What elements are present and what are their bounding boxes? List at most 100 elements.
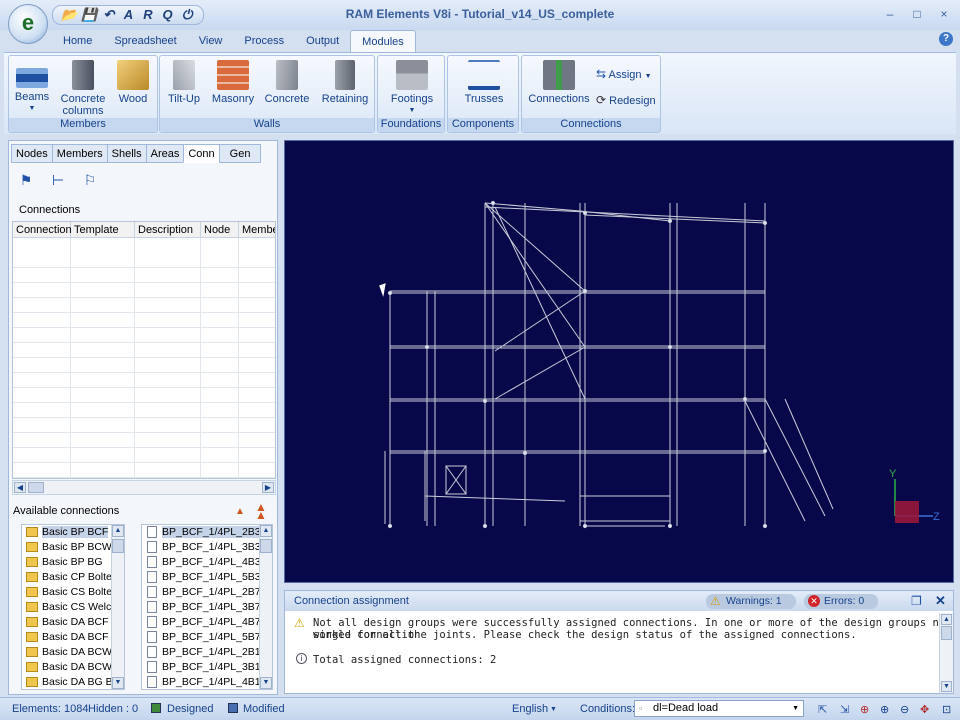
wood-button[interactable]: Wood <box>113 60 153 105</box>
tab-areas[interactable]: Areas <box>145 144 185 163</box>
report-icon[interactable]: R <box>140 7 156 23</box>
language-selector[interactable]: English <box>512 703 548 715</box>
tab-shells[interactable]: Shells <box>106 144 147 163</box>
template-list-item[interactable]: Basic CS Welc <box>22 600 124 615</box>
concrete-wall-button[interactable]: Concrete <box>262 60 312 105</box>
zoom-extents-icon[interactable]: ⊕ <box>860 703 869 716</box>
file-list-item[interactable]: BP_BCF_1/4PL_2B7, <box>142 585 272 600</box>
connections-button[interactable]: Connections <box>526 60 592 105</box>
file-list-item[interactable]: BP_BCF_1/4PL_4B3, <box>142 555 272 570</box>
template-list-item[interactable]: Basic BP BCW <box>22 540 124 555</box>
pan-icon[interactable]: ✥ <box>920 703 929 716</box>
file-list-item[interactable]: BP_BCF_1/4PL_4B1 <box>142 675 272 689</box>
save-icon[interactable]: 💾 <box>81 7 97 23</box>
retaining-button[interactable]: Retaining <box>318 60 372 105</box>
file-list-item[interactable]: BP_BCF_1/4PL_3B7, <box>142 600 272 615</box>
assign-button[interactable]: ⇆ Assign ▼ <box>596 68 658 83</box>
table-row[interactable] <box>13 298 275 313</box>
collapse-up-icon[interactable]: ▲ <box>235 506 245 517</box>
file-list-item[interactable]: BP_BCF_1/4PL_5B7, <box>142 630 272 645</box>
maximize-button[interactable]: □ <box>907 6 927 22</box>
table-row[interactable] <box>13 418 275 433</box>
close-button[interactable]: × <box>934 6 954 22</box>
message-scrollbar[interactable]: ▲ ▼ <box>939 613 953 693</box>
file-list-item[interactable]: BP_BCF_1/4PL_3B1 <box>142 660 272 675</box>
copy-icon[interactable]: ❐ <box>911 591 922 611</box>
grid-horizontal-scrollbar[interactable]: ◀ ▶ <box>12 480 276 495</box>
conditions-select[interactable]: ▫ dl=Dead load ▼ <box>634 700 804 717</box>
concrete-columns-button[interactable]: Concrete columns <box>57 60 109 117</box>
tab-spreadsheet[interactable]: Spreadsheet <box>103 30 187 52</box>
table-row[interactable] <box>13 463 275 478</box>
collapse-all-icon[interactable]: ▲ ▲ <box>255 501 267 521</box>
file-list-item[interactable]: BP_BCF_1/4PL_2B1 <box>142 645 272 660</box>
col-member[interactable]: Member <box>239 222 275 238</box>
templates-list[interactable]: Basic BP BCF Basic BP BCW Basic BP BG Basic… <box>21 524 125 690</box>
template-list-item[interactable]: Basic CP Bolte <box>22 570 124 585</box>
power-icon[interactable]: ⏻ <box>179 7 195 23</box>
table-row[interactable] <box>13 313 275 328</box>
tab-modules[interactable]: Modules <box>350 30 416 52</box>
template-list-item[interactable]: Basic CS Bolte <box>22 585 124 600</box>
tab-home[interactable]: Home <box>52 30 103 52</box>
template-list-item[interactable]: Basic BP BG <box>22 555 124 570</box>
file-list-item[interactable]: BP_BCF_1/4PL_5B3, <box>142 570 272 585</box>
file-list-item[interactable]: BP_BCF_1/4PL_2B3 <box>142 525 272 540</box>
structure-model[interactable]: Y Z <box>285 141 955 584</box>
connection-edit-icon[interactable]: ⚑ <box>17 171 35 189</box>
tab-nodes[interactable]: Nodes <box>11 144 53 163</box>
col-node[interactable]: Node <box>201 222 239 238</box>
window-zoom-icon[interactable]: ⊡ <box>942 703 951 716</box>
tab-conn[interactable]: Conn <box>183 144 220 163</box>
table-row[interactable] <box>13 268 275 283</box>
open-icon[interactable]: 📂 <box>61 7 77 23</box>
undo-icon[interactable]: ↶ <box>101 7 117 23</box>
model-viewport[interactable]: Y Z <box>284 140 954 583</box>
footings-button[interactable]: Footings ▼ <box>384 60 440 117</box>
warnings-badge[interactable]: ⚠ Warnings: 1 <box>706 594 796 609</box>
zoom-in-icon[interactable]: ⊕ <box>880 703 889 716</box>
rotate-tool-icon[interactable]: ⇲ <box>840 703 849 716</box>
table-row[interactable] <box>13 328 275 343</box>
designed-status[interactable]: Designed <box>167 703 213 715</box>
table-row[interactable] <box>13 388 275 403</box>
connection-flag-icon[interactable]: ⚐ <box>81 171 99 189</box>
connection-node-icon[interactable]: ⊢ <box>49 171 67 189</box>
tab-output[interactable]: Output <box>295 30 350 52</box>
table-row[interactable] <box>13 358 275 373</box>
trusses-button[interactable]: Trusses <box>456 60 512 105</box>
tab-gen[interactable]: Gen <box>218 144 262 163</box>
template-list-item[interactable]: Basic DA BG B <box>22 675 124 689</box>
table-row[interactable] <box>13 403 275 418</box>
template-list-item[interactable]: Basic BP BCF <box>22 525 124 540</box>
table-row[interactable] <box>13 343 275 358</box>
zoom-out-icon[interactable]: ⊖ <box>900 703 909 716</box>
col-template[interactable]: Template <box>71 222 135 238</box>
errors-badge[interactable]: ✕ Errors: 0 <box>804 594 879 609</box>
table-row[interactable] <box>13 448 275 463</box>
file-list-item[interactable]: BP_BCF_1/4PL_4B7, <box>142 615 272 630</box>
template-list-item[interactable]: Basic DA BCW <box>22 645 124 660</box>
tab-process[interactable]: Process <box>233 30 295 52</box>
query-icon[interactable]: Q <box>160 7 176 23</box>
close-icon[interactable]: ✕ <box>935 591 946 611</box>
table-row[interactable] <box>13 283 275 298</box>
file-list-item[interactable]: BP_BCF_1/4PL_3B3 <box>142 540 272 555</box>
tab-view[interactable]: View <box>188 30 234 52</box>
col-connection[interactable]: Connection <box>13 222 72 238</box>
help-icon[interactable]: ? <box>939 32 953 46</box>
list-scrollbar[interactable]: ▲ ▼ <box>259 525 272 689</box>
tilt-up-button[interactable]: Tilt-Up <box>164 60 204 105</box>
beams-button[interactable]: Beams ▼ <box>11 60 53 115</box>
table-row[interactable] <box>13 253 275 268</box>
masonry-button[interactable]: Masonry <box>210 60 256 105</box>
col-description[interactable]: Description <box>135 222 201 238</box>
minimize-button[interactable]: – <box>880 6 900 22</box>
template-list-item[interactable]: Basic DA BCF <box>22 615 124 630</box>
view-tool-icon[interactable]: ⇱ <box>818 703 827 716</box>
connections-grid[interactable]: Connection Template Description Node Mem… <box>12 221 276 479</box>
table-row[interactable] <box>13 433 275 448</box>
redesign-button[interactable]: ⟳ Redesign <box>596 94 660 107</box>
analyze-icon[interactable]: A <box>121 7 137 23</box>
scroll-right-icon[interactable]: ▶ <box>262 482 274 493</box>
